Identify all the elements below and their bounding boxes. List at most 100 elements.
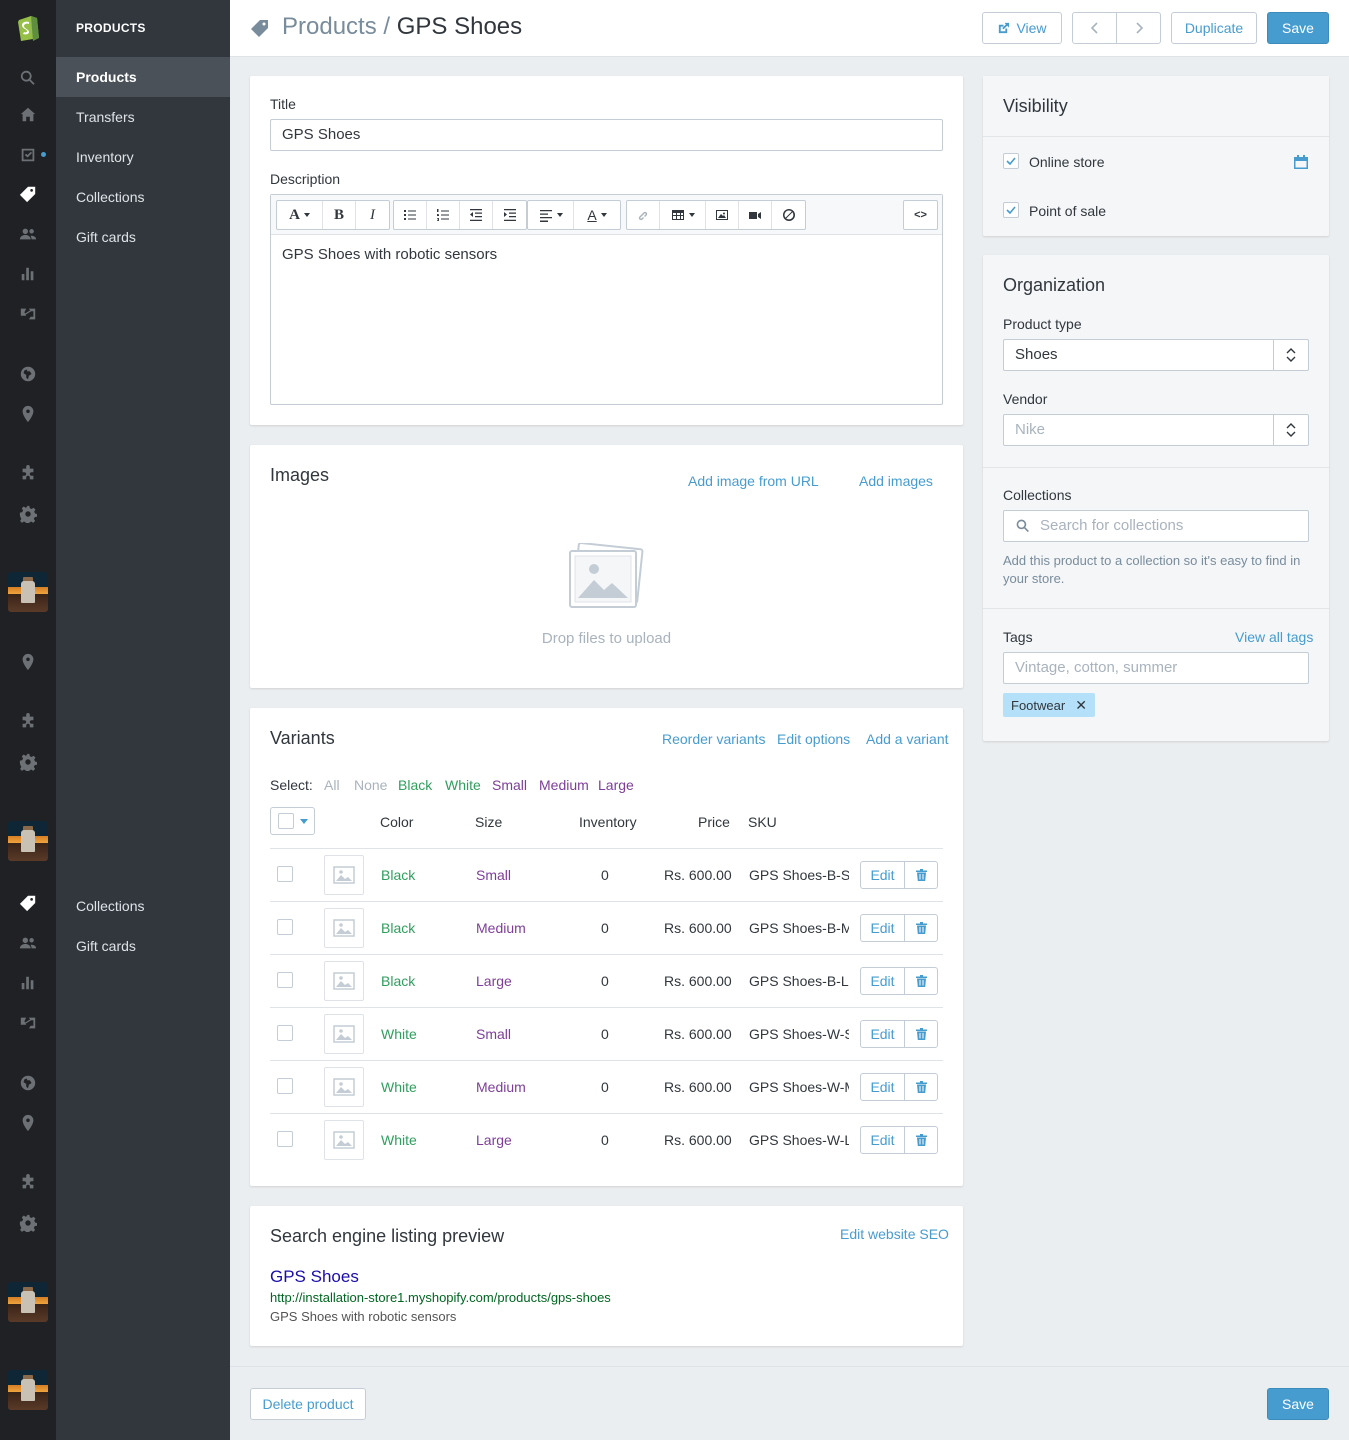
variant-size[interactable]: Large — [476, 973, 512, 989]
delete-variant-button[interactable] — [905, 968, 937, 994]
table-dropdown[interactable] — [660, 201, 706, 229]
variant-checkbox[interactable] — [277, 1131, 293, 1147]
location-pin-icon[interactable] — [18, 1113, 38, 1133]
variant-checkbox[interactable] — [277, 1025, 293, 1041]
next-product-button[interactable] — [1116, 12, 1161, 44]
text-color-dropdown[interactable]: A — [574, 201, 620, 229]
edit-variant-button[interactable]: Edit — [861, 915, 905, 941]
variant-checkbox[interactable] — [277, 919, 293, 935]
variant-color[interactable]: White — [381, 1132, 417, 1148]
edit-variant-button[interactable]: Edit — [861, 968, 905, 994]
location-pin-icon[interactable] — [18, 652, 38, 672]
tag-icon[interactable] — [18, 184, 38, 204]
variant-row[interactable]: Black Large 0 Rs. 600.00 GPS Shoes-B-L E… — [270, 954, 943, 1007]
clear-formatting-icon[interactable] — [772, 201, 805, 229]
vendor-input[interactable]: Nike — [1003, 414, 1309, 446]
variant-size[interactable]: Medium — [476, 920, 526, 936]
customers-icon[interactable] — [18, 224, 38, 244]
subnav-item-gift-cards[interactable]: Gift cards — [56, 926, 230, 966]
variant-color[interactable]: White — [381, 1079, 417, 1095]
variant-row[interactable]: Black Small 0 Rs. 600.00 GPS Shoes-B-S E… — [270, 848, 943, 901]
delete-variant-button[interactable] — [905, 1021, 937, 1047]
bulk-select-dropdown[interactable] — [270, 807, 315, 835]
subnav-item-inventory[interactable]: Inventory — [56, 137, 230, 177]
settings-gear-icon[interactable] — [18, 752, 38, 772]
variant-image-thumbnail[interactable] — [324, 855, 364, 895]
duplicate-button[interactable]: Duplicate — [1171, 12, 1257, 44]
select-small-filter[interactable]: Small — [492, 777, 527, 793]
customers-icon[interactable] — [18, 933, 38, 953]
footer-save-button[interactable]: Save — [1267, 1388, 1329, 1420]
add-image-from-url-link[interactable]: Add image from URL — [688, 473, 819, 489]
align-dropdown[interactable] — [528, 201, 574, 229]
outdent-icon[interactable] — [460, 201, 493, 229]
variant-size[interactable]: Large — [476, 1132, 512, 1148]
vendor-stepper[interactable] — [1273, 415, 1308, 445]
edit-variant-button[interactable]: Edit — [861, 1021, 905, 1047]
discounts-icon[interactable] — [18, 1013, 38, 1033]
bulk-select-checkbox[interactable] — [278, 813, 294, 829]
bold-icon[interactable]: B — [323, 201, 356, 229]
reports-icon[interactable] — [18, 264, 38, 284]
tags-input[interactable]: Vintage, cotton, summer — [1003, 652, 1309, 684]
settings-gear-icon[interactable] — [18, 1213, 38, 1233]
select-large-filter[interactable]: Large — [598, 777, 634, 793]
variant-size[interactable]: Small — [476, 1026, 511, 1042]
apps-puzzle-icon[interactable] — [18, 712, 38, 732]
apps-puzzle-icon[interactable] — [18, 1173, 38, 1193]
search-icon[interactable] — [18, 68, 38, 88]
font-format-dropdown[interactable]: A — [277, 201, 323, 229]
settings-gear-icon[interactable] — [18, 504, 38, 524]
variant-color[interactable]: Black — [381, 973, 415, 989]
delete-variant-button[interactable] — [905, 915, 937, 941]
html-source-button[interactable]: <> — [904, 201, 937, 229]
select-none-filter[interactable]: None — [354, 777, 387, 793]
orders-icon[interactable] — [18, 145, 38, 165]
variant-color[interactable]: Black — [381, 867, 415, 883]
select-all-filter[interactable]: All — [324, 777, 340, 793]
select-black-filter[interactable]: Black — [398, 777, 432, 793]
subnav-item-products[interactable]: Products — [56, 57, 230, 97]
collections-search-input[interactable]: Search for collections — [1003, 510, 1309, 542]
variant-color[interactable]: White — [381, 1026, 417, 1042]
store-avatar[interactable] — [8, 572, 48, 612]
bulleted-list-icon[interactable] — [394, 201, 427, 229]
subnav-item-gift-cards[interactable]: Gift cards — [56, 217, 230, 257]
edit-website-seo-link[interactable]: Edit website SEO — [840, 1226, 949, 1242]
variant-image-thumbnail[interactable] — [324, 908, 364, 948]
delete-product-button[interactable]: Delete product — [250, 1388, 366, 1420]
apps-puzzle-icon[interactable] — [18, 464, 38, 484]
view-all-tags-link[interactable]: View all tags — [1235, 629, 1313, 645]
add-variant-link[interactable]: Add a variant — [866, 731, 949, 747]
subnav-item-collections[interactable]: Collections — [56, 886, 230, 926]
variant-color[interactable]: Black — [381, 920, 415, 936]
variant-row[interactable]: White Medium 0 Rs. 600.00 GPS Shoes-W-M … — [270, 1060, 943, 1113]
remove-tag-icon[interactable]: ✕ — [1075, 697, 1087, 714]
variant-size[interactable]: Small — [476, 867, 511, 883]
home-icon[interactable] — [18, 105, 38, 125]
point-of-sale-checkbox[interactable] — [1003, 202, 1019, 218]
reports-icon[interactable] — [18, 973, 38, 993]
variant-checkbox[interactable] — [277, 866, 293, 882]
subnav-item-transfers[interactable]: Transfers — [56, 97, 230, 137]
variant-image-thumbnail[interactable] — [324, 1067, 364, 1107]
variant-row[interactable]: White Small 0 Rs. 600.00 GPS Shoes-W-S E… — [270, 1007, 943, 1060]
store-avatar[interactable] — [8, 1282, 48, 1322]
indent-icon[interactable] — [493, 201, 526, 229]
delete-variant-button[interactable] — [905, 862, 937, 888]
italic-icon[interactable]: I — [356, 201, 389, 229]
variant-checkbox[interactable] — [277, 1078, 293, 1094]
previous-product-button[interactable] — [1072, 12, 1117, 44]
discounts-icon[interactable] — [18, 304, 38, 324]
insert-image-icon[interactable] — [706, 201, 739, 229]
edit-variant-button[interactable]: Edit — [861, 862, 905, 888]
shopify-logo-icon[interactable] — [15, 12, 41, 42]
product-type-input[interactable]: Shoes — [1003, 339, 1309, 371]
variant-image-thumbnail[interactable] — [324, 961, 364, 1001]
edit-variant-button[interactable]: Edit — [861, 1127, 905, 1153]
save-button[interactable]: Save — [1267, 12, 1329, 44]
store-avatar[interactable] — [8, 821, 48, 861]
product-type-stepper[interactable] — [1273, 340, 1308, 370]
view-button[interactable]: View — [982, 12, 1062, 44]
variant-image-thumbnail[interactable] — [324, 1014, 364, 1054]
